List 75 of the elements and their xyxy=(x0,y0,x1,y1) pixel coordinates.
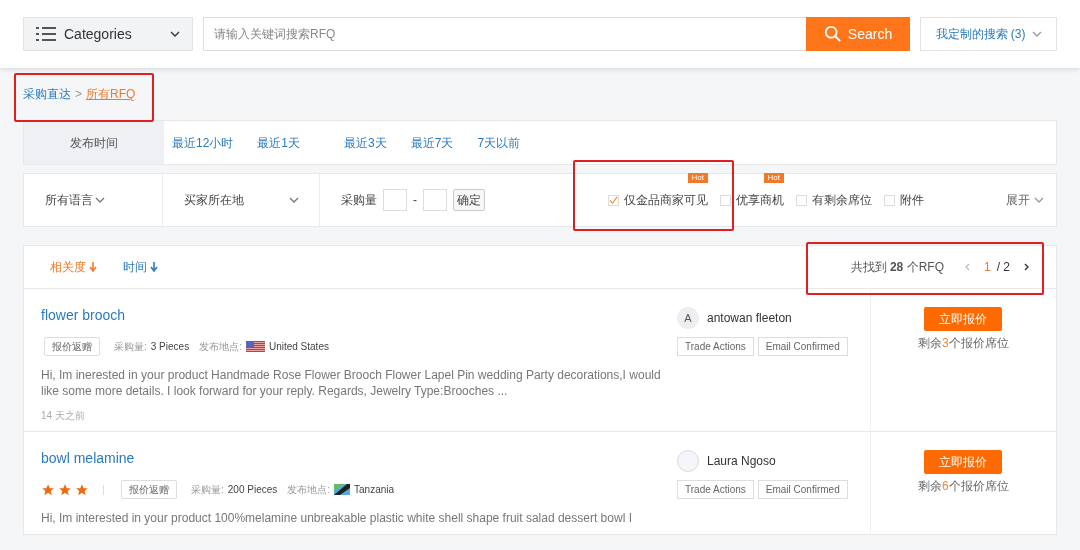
time-filter-link[interactable]: 最近12小时 xyxy=(172,133,234,152)
chevron-left-icon[interactable] xyxy=(963,263,972,271)
checkbox[interactable] xyxy=(720,194,731,206)
tag-label: 报价返赠 xyxy=(121,480,177,499)
confirm-button[interactable]: 确定 xyxy=(453,189,485,211)
checkmark-icon xyxy=(609,195,618,205)
tag-label: 报价返赠 xyxy=(44,337,100,356)
buyer-badge: Trade Actions xyxy=(677,480,754,499)
sort-option[interactable]: 相关度 xyxy=(50,258,97,276)
chevron-down-icon xyxy=(1031,29,1042,39)
rfq-title-link[interactable]: flower brooch xyxy=(41,305,126,326)
country-name: United States xyxy=(268,340,329,354)
time-filter-link[interactable]: 7天以前 xyxy=(477,133,521,152)
time-filter-link[interactable]: 最近7天 xyxy=(410,133,454,152)
saved-search-dropdown[interactable]: 我定制的搜索 (3) xyxy=(920,17,1057,51)
time-filter-link[interactable]: 最近1天 xyxy=(257,133,301,152)
chevron-down-icon xyxy=(95,195,105,205)
hot-badge: Hot xyxy=(763,173,784,183)
arrow-down-icon xyxy=(150,262,158,272)
checkbox[interactable] xyxy=(796,194,807,206)
hot-badge: Hot xyxy=(687,173,708,183)
location-label: 发布地点: xyxy=(287,483,331,497)
quantity-label: 采购量 xyxy=(341,192,377,209)
posted-time: 14 天之前 xyxy=(41,409,86,423)
breadcrumb-link[interactable]: 所有RFQ xyxy=(86,85,136,103)
current-page: 1 xyxy=(983,259,991,276)
location-label: 发布地点: xyxy=(199,340,242,354)
rfq-description: Hi, Im inerested in your product Handmade Rose Flower Brooch Flower Lapel Pin wedding Party decorations,I would like some more details. I look forward for your reply. Regards, Jewelry Type:Brooches ... xyxy=(41,367,661,399)
buyer-name: antowan fleeton xyxy=(707,310,792,327)
language-dropdown[interactable]: 所有语言 xyxy=(24,174,163,226)
categories-dropdown[interactable]: Categories xyxy=(23,17,193,51)
remaining-seats: 剩余3个报价席位 xyxy=(918,334,1009,352)
search-field[interactable]: 请输入关键词搜索RFQ xyxy=(203,17,806,51)
checkbox-label[interactable]: 有剩余席位 xyxy=(812,191,872,209)
checkbox-label[interactable]: 附件 xyxy=(900,191,924,209)
buyer-badge: Email Confirmed xyxy=(757,337,848,356)
buyer-name: Laura Ngoso xyxy=(707,453,776,470)
quote-now-button[interactable]: 立即报价 xyxy=(924,307,1003,331)
search-button[interactable]: Search xyxy=(806,17,910,51)
location-dropdown[interactable]: 买家所在地 xyxy=(163,174,320,226)
breadcrumb-link[interactable]: 采购直达 xyxy=(23,85,71,103)
min-quantity-field[interactable] xyxy=(383,189,407,211)
quantity-label: 采购量: xyxy=(191,483,224,497)
time-filter-label: 发布时间 xyxy=(24,121,164,164)
breadcrumb-separator: > xyxy=(75,86,82,103)
flag-icon xyxy=(334,484,351,495)
search-icon xyxy=(823,25,842,43)
arrow-down-icon xyxy=(89,262,97,272)
result-count: 共找到 28 个RFQ xyxy=(850,259,944,276)
quantity-label: 采购量: xyxy=(114,340,147,354)
buyer-badge: Trade Actions xyxy=(677,337,754,356)
menu-icon xyxy=(36,26,56,42)
quantity-value: 200 Pieces xyxy=(227,483,278,497)
checkbox-label[interactable]: 优享商机 xyxy=(736,191,784,209)
chevron-right-icon[interactable] xyxy=(1022,263,1030,271)
country-name: Tanzania xyxy=(354,483,395,497)
chevron-down-icon xyxy=(1034,195,1044,205)
chevron-down-icon xyxy=(289,195,299,205)
chevron-down-icon xyxy=(170,29,180,39)
max-quantity-field[interactable] xyxy=(423,189,447,211)
checkbox[interactable] xyxy=(608,194,619,206)
time-filter-link[interactable]: 最近3天 xyxy=(344,133,387,152)
quote-now-button[interactable]: 立即报价 xyxy=(924,450,1003,474)
checkbox[interactable] xyxy=(884,194,895,206)
checkbox-label[interactable]: 仅金品商家可见 xyxy=(624,191,708,209)
quantity-value: 3 Pieces xyxy=(150,340,190,354)
range-dash: - xyxy=(413,192,417,209)
page-total: / 2 xyxy=(996,259,1010,276)
sort-option[interactable]: 时间 xyxy=(123,258,158,276)
rfq-title-link[interactable]: bowl melamine xyxy=(41,448,135,469)
buyer-badge: Email Confirmed xyxy=(757,480,848,499)
rfq-description: Hi, Im interested in your product 100%melamine unbreakable plastic white shell shape fruit salad dessert bowl I xyxy=(41,510,633,526)
expand-dropdown[interactable]: 展开 xyxy=(1006,191,1044,209)
flag-icon xyxy=(245,341,265,352)
remaining-seats: 剩余6个报价席位 xyxy=(918,477,1009,495)
